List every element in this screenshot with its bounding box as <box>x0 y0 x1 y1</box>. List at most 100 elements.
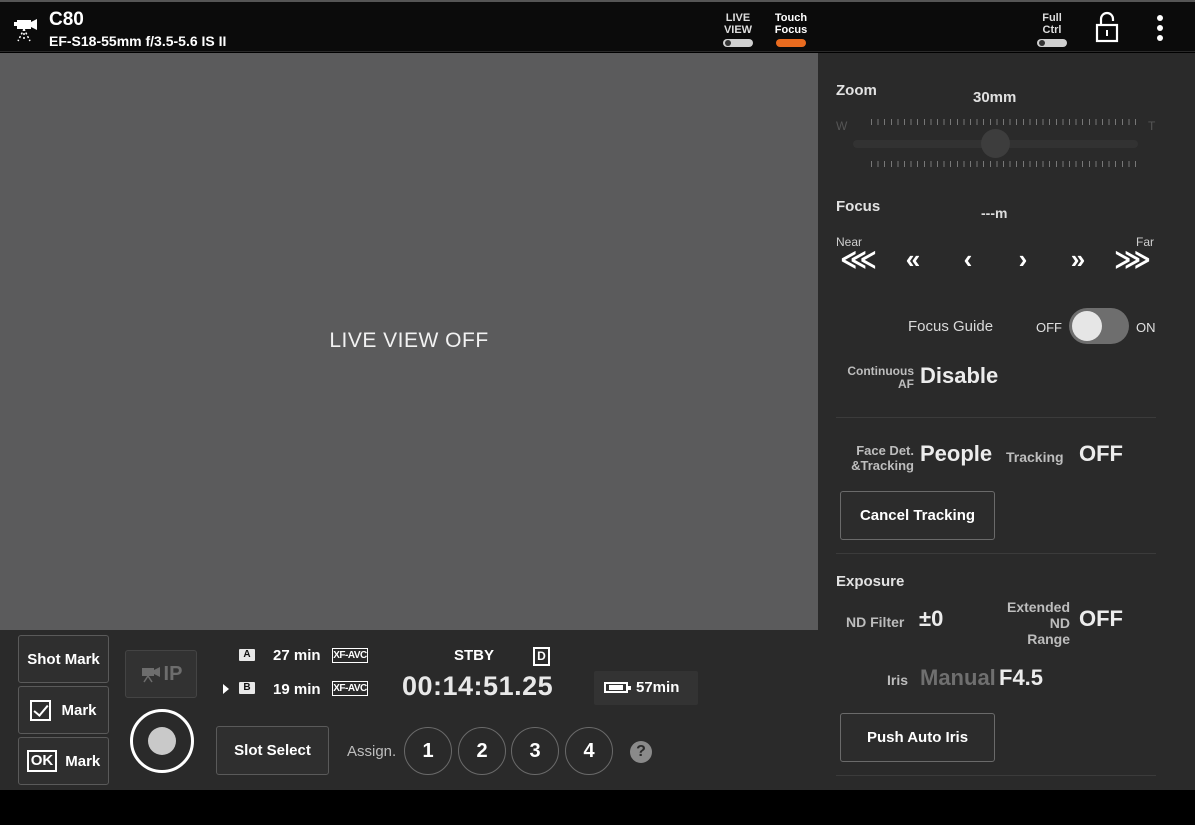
exposure-title: Exposure <box>836 573 905 590</box>
d-mode-icon: D <box>533 647 550 666</box>
extended-nd-label-1: Extended <box>1006 599 1070 615</box>
focus-near-fast-icon[interactable]: ⋘ <box>840 246 877 272</box>
control-panel: Zoom 30mm W T Focus ---m Near Far ⋘ « ‹ … <box>818 53 1195 790</box>
assign-button-2[interactable]: 2 <box>458 727 506 775</box>
live-view-switch[interactable] <box>723 39 753 47</box>
slot-a-format: XF-AVC <box>332 648 368 663</box>
touch-focus-label-2: Focus <box>774 24 808 36</box>
ip-label: IP <box>163 662 183 685</box>
assign-label: Assign. <box>347 743 397 760</box>
nd-filter-label: ND Filter <box>846 614 905 630</box>
record-status: STBY <box>454 647 495 664</box>
touch-focus-label-1: Touch <box>774 12 808 24</box>
timecode: 00:14:51.25 <box>402 671 554 701</box>
full-ctrl-label-2: Ctrl <box>1042 24 1062 36</box>
live-view-label-2: VIEW <box>723 24 753 36</box>
full-ctrl-toggle[interactable]: Full Ctrl <box>1035 12 1069 47</box>
active-slot-arrow-icon <box>223 684 229 694</box>
focus-far-slow-icon[interactable]: › <box>1010 246 1036 272</box>
slot-b-format: XF-AVC <box>332 681 368 696</box>
zoom-value: 30mm <box>973 89 1017 106</box>
push-auto-iris-button[interactable]: Push Auto Iris <box>840 713 995 762</box>
focus-guide-toggle[interactable] <box>1069 308 1129 344</box>
zoom-scale-bottom <box>871 161 1139 167</box>
face-det-label-2: &Tracking <box>851 458 914 473</box>
cancel-tracking-button[interactable]: Cancel Tracking <box>840 491 995 540</box>
iris-value[interactable]: F4.5 <box>999 665 1043 691</box>
ok-mark-button[interactable]: OK Mark <box>18 737 109 785</box>
slot-a-time: 27 min <box>273 647 321 664</box>
video-camera-icon <box>14 19 37 42</box>
iris-label: Iris <box>887 672 909 688</box>
face-det-label: Face Det. &Tracking <box>838 443 914 473</box>
continuous-af-value[interactable]: Disable <box>920 363 998 389</box>
extended-nd-label-2: ND <box>1049 615 1070 631</box>
battery-status: 57min <box>594 671 698 705</box>
zoom-title: Zoom <box>836 82 877 99</box>
slot-select-label: Slot Select <box>234 742 311 759</box>
focus-guide-label: Focus Guide <box>908 318 994 335</box>
zoom-slider-knob[interactable] <box>981 129 1010 158</box>
check-mark-label: Mark <box>61 701 97 719</box>
touch-focus-switch[interactable] <box>776 39 806 47</box>
battery-icon <box>604 682 631 693</box>
camera-model: C80 <box>49 9 84 30</box>
zoom-scale-top <box>871 119 1139 125</box>
focus-far-fast-icon[interactable]: ⋙ <box>1114 246 1151 272</box>
slot-b-badge: B <box>239 682 255 694</box>
lens-name: EF-S18-55mm f/3.5-5.6 IS II <box>49 33 227 49</box>
top-bar: C80 EF-S18-55mm f/3.5-5.6 IS II LIVE VIE… <box>0 0 1195 52</box>
focus-title: Focus <box>836 198 881 215</box>
divider <box>836 553 1156 554</box>
nd-filter-value[interactable]: ±0 <box>919 606 943 632</box>
tracking-label: Tracking <box>1006 449 1064 465</box>
full-ctrl-switch[interactable] <box>1037 39 1067 47</box>
focus-near-slow-icon[interactable]: ‹ <box>955 246 981 272</box>
shot-mark-label: Shot Mark <box>27 650 100 668</box>
unlock-icon[interactable] <box>1095 11 1119 43</box>
live-view-toggle[interactable]: LIVE VIEW <box>720 12 756 47</box>
wide-label: W <box>836 119 848 133</box>
continuous-af-label: Continuous AF <box>838 365 914 391</box>
ip-streaming-icon: IP <box>125 650 197 698</box>
focus-guide-on-label: ON <box>1136 320 1156 335</box>
cancel-tracking-label: Cancel Tracking <box>859 507 976 524</box>
tracking-value[interactable]: OFF <box>1079 441 1123 467</box>
extended-nd-value[interactable]: OFF <box>1079 606 1123 632</box>
focus-guide-off-label: OFF <box>1036 320 1062 335</box>
ok-icon: OK <box>26 750 58 772</box>
assign-button-4[interactable]: 4 <box>565 727 613 775</box>
record-button[interactable] <box>130 709 194 773</box>
live-view-label-1: LIVE <box>725 12 751 24</box>
divider <box>836 417 1156 418</box>
slot-select-button[interactable]: Slot Select <box>216 726 329 775</box>
push-auto-iris-label: Push Auto Iris <box>866 729 969 746</box>
more-menu-icon[interactable] <box>1153 15 1167 43</box>
focus-far-medium-icon[interactable]: » <box>1063 246 1093 272</box>
face-det-value[interactable]: People <box>920 441 992 467</box>
live-view-status: LIVE VIEW OFF <box>329 329 489 352</box>
ok-mark-label: Mark <box>65 752 101 770</box>
assign-button-1[interactable]: 1 <box>404 727 452 775</box>
extended-nd-label-3: Range <box>1027 631 1070 647</box>
focus-distance: ---m <box>981 205 1008 221</box>
divider <box>836 775 1156 776</box>
slot-b-time: 19 min <box>273 681 321 698</box>
help-icon[interactable]: ? <box>630 741 652 763</box>
touch-focus-toggle[interactable]: Touch Focus <box>770 12 812 47</box>
extended-nd-label: Extended ND Range <box>988 599 1070 647</box>
shot-mark-button[interactable]: Shot Mark <box>18 635 109 683</box>
check-mark-button[interactable]: Mark <box>18 686 109 734</box>
live-view-area[interactable]: LIVE VIEW OFF <box>0 53 818 630</box>
continuous-af-label-2: AF <box>898 377 914 391</box>
assign-button-3[interactable]: 3 <box>511 727 559 775</box>
iris-mode: Manual <box>920 665 996 690</box>
checkmark-icon <box>30 699 52 721</box>
full-ctrl-label-1: Full <box>1042 12 1062 24</box>
tele-label: T <box>1148 119 1156 133</box>
slot-a-badge: A <box>239 649 255 661</box>
face-det-label-1: Face Det. <box>856 443 914 458</box>
battery-remaining: 57min <box>636 679 680 696</box>
bottom-control-panel: Shot Mark Mark OK Mark IP A 27 min XF-AV… <box>0 630 818 790</box>
focus-near-medium-icon[interactable]: « <box>898 246 928 272</box>
